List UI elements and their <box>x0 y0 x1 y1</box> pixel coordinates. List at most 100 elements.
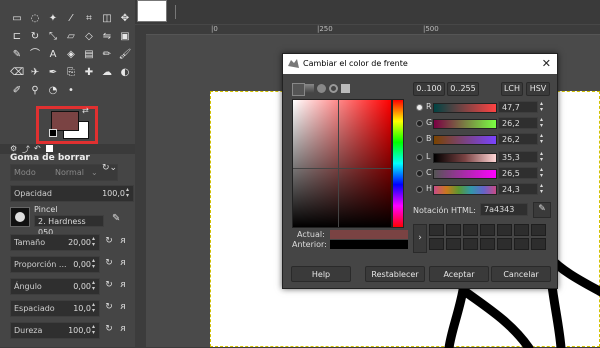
reset-mode-icon[interactable]: ↻⌄ <box>102 163 117 173</box>
crop-tool-icon[interactable]: ⊏ <box>10 30 24 44</box>
history-swatch[interactable] <box>429 238 444 250</box>
scale-0-255-button[interactable]: 0..255 <box>447 82 479 96</box>
perspective-icon[interactable]: ◇ <box>82 30 96 44</box>
wand-icon[interactable]: ⁄ <box>64 12 78 26</box>
history-swatch[interactable] <box>463 238 478 250</box>
channel-spin-b-icon[interactable]: ▴ ▾ <box>540 133 543 145</box>
eraser-icon[interactable]: ⌫ <box>10 66 24 80</box>
channel-row-h[interactable]: H 24,3 ▴ ▾ <box>416 183 552 196</box>
hue-strip[interactable] <box>392 99 404 228</box>
history-swatch[interactable] <box>480 224 495 236</box>
close-icon[interactable]: ✕ <box>542 54 551 74</box>
angle-slider[interactable]: Ángulo 0,00 ▴ ▾ <box>10 278 100 295</box>
wheel-selector-icon[interactable] <box>329 84 338 93</box>
smudge-icon[interactable]: ☁ <box>100 66 114 80</box>
channel-value-r[interactable]: 47,7 <box>498 101 538 113</box>
channel-spin-r-icon[interactable]: ▴ ▾ <box>540 101 543 113</box>
history-swatch[interactable] <box>531 238 546 250</box>
scale-icon[interactable]: ⤡ <box>46 30 60 44</box>
history-swatch[interactable] <box>463 224 478 236</box>
foreground-color-swatch[interactable] <box>51 111 79 131</box>
angle-link-icon[interactable]: ᴙ <box>117 278 129 292</box>
default-colors-icon[interactable] <box>49 129 57 137</box>
channel-row-b[interactable]: B 26,2 ▴ ▾ <box>416 133 552 146</box>
size-slider[interactable]: Tamaño 20,00 ▴ ▾ <box>10 234 100 251</box>
hardness-slider[interactable]: Dureza 100,0 ▴ ▾ <box>10 322 100 339</box>
channel-radio-c[interactable] <box>416 170 423 177</box>
history-swatch[interactable] <box>429 224 444 236</box>
channel-bar-b[interactable] <box>433 135 497 145</box>
top-ruler[interactable]: |0 |250 |500 <box>147 25 600 35</box>
brush-preview[interactable] <box>10 207 30 227</box>
spacing-reset-icon[interactable]: ↻ <box>103 300 115 314</box>
channel-spin-h-icon[interactable]: ▴ ▾ <box>540 183 543 195</box>
color-picker-icon[interactable]: ✐ <box>10 84 24 98</box>
lasso-icon[interactable]: ◌ <box>28 12 42 26</box>
rotate-icon[interactable]: ↻ <box>28 30 42 44</box>
channel-row-c[interactable]: C 26,5 ▴ ▾ <box>416 167 552 180</box>
swap-colors-icon[interactable]: ⇄ <box>82 106 89 115</box>
paths-icon[interactable]: ✎ <box>10 48 24 62</box>
channel-radio-g[interactable] <box>416 120 423 127</box>
angle-spin-icon[interactable]: ▴ ▾ <box>92 280 98 293</box>
html-notation-field[interactable]: 7a4343 <box>480 203 528 216</box>
aspect-reset-icon[interactable]: ↻ <box>103 256 115 270</box>
reset-button[interactable]: Restablecer <box>365 266 425 282</box>
history-swatch[interactable] <box>480 238 495 250</box>
measure-icon[interactable]: ◔ <box>46 84 60 98</box>
channel-value-b[interactable]: 26,2 <box>498 133 538 145</box>
channel-value-g[interactable]: 26,2 <box>498 117 538 129</box>
scale-0-100-button[interactable]: 0..100 <box>413 82 445 96</box>
flip-icon[interactable]: ⇋ <box>100 30 114 44</box>
history-swatch[interactable] <box>497 238 512 250</box>
cmyk-selector-icon[interactable] <box>305 84 314 93</box>
channel-bar-c[interactable] <box>433 169 497 179</box>
size-reset-icon[interactable]: ↻ <box>103 234 115 248</box>
gradient-icon[interactable]: ▤ <box>82 48 96 62</box>
image-tab-thumbnail[interactable] <box>137 0 167 22</box>
dodge-icon[interactable]: ◐ <box>118 66 132 80</box>
heal-icon[interactable]: ✚ <box>82 66 96 80</box>
rect-select-icon[interactable]: ▭ <box>10 12 24 26</box>
history-swatch[interactable] <box>531 224 546 236</box>
cancel-button[interactable]: Cancelar <box>491 266 551 282</box>
brush-name-field[interactable]: 2. Hardness 050 <box>34 215 104 237</box>
cage-icon[interactable]: ▣ <box>118 30 132 44</box>
channel-radio-r[interactable] <box>416 104 423 111</box>
channel-bar-r[interactable] <box>433 103 497 113</box>
text-icon[interactable]: A <box>46 48 60 62</box>
watercolor-selector-icon[interactable] <box>317 84 326 93</box>
aspect-spin-icon[interactable]: ▴ ▾ <box>92 258 98 271</box>
spacing-spin-icon[interactable]: ▴ ▾ <box>92 302 98 315</box>
channel-bar-g[interactable] <box>433 119 497 129</box>
edit-brush-icon[interactable]: ✎ <box>112 213 120 224</box>
shear-icon[interactable]: ▱ <box>64 30 78 44</box>
bucket-icon[interactable]: ◈ <box>64 48 78 62</box>
fuzzy-select-icon[interactable]: ✦ <box>46 12 60 26</box>
hsv-button[interactable]: HSV <box>526 82 550 96</box>
channel-bar-l[interactable] <box>433 153 497 163</box>
channel-spin-l-icon[interactable]: ▴ ▾ <box>540 151 543 163</box>
channel-radio-h[interactable] <box>416 186 423 193</box>
hardness-spin-icon[interactable]: ▴ ▾ <box>92 324 98 337</box>
channel-row-g[interactable]: G 26,2 ▴ ▾ <box>416 117 552 130</box>
transform-icon[interactable]: ◫ <box>100 12 114 26</box>
images-tab-icon[interactable] <box>46 145 53 152</box>
lch-button[interactable]: LCH <box>501 82 523 96</box>
channel-radio-l[interactable] <box>416 154 423 161</box>
brush-icon[interactable]: 🖌 <box>118 48 132 62</box>
eyedropper-icon[interactable]: ✎ <box>533 202 551 218</box>
channel-row-l[interactable]: L 35,3 ▴ ▾ <box>416 151 552 164</box>
history-swatch[interactable] <box>446 224 461 236</box>
add-to-history-icon[interactable]: › <box>413 224 427 253</box>
gimp-selector-icon[interactable] <box>292 83 305 96</box>
ink-icon[interactable]: ✒ <box>46 66 60 80</box>
channel-value-l[interactable]: 35,3 <box>498 151 538 163</box>
spacing-slider[interactable]: Espaciado 10,0 ▴ ▾ <box>10 300 100 317</box>
opacity-slider[interactable]: Opacidad 100,0 ▴ ▾ <box>10 185 134 202</box>
saturation-value-picker[interactable] <box>292 99 392 228</box>
accept-button[interactable]: Aceptar <box>429 266 489 282</box>
tool-options-tab-icon[interactable]: ⚙ <box>10 144 17 153</box>
help-button[interactable]: Help <box>291 266 351 282</box>
palette-selector-icon[interactable] <box>341 84 350 93</box>
